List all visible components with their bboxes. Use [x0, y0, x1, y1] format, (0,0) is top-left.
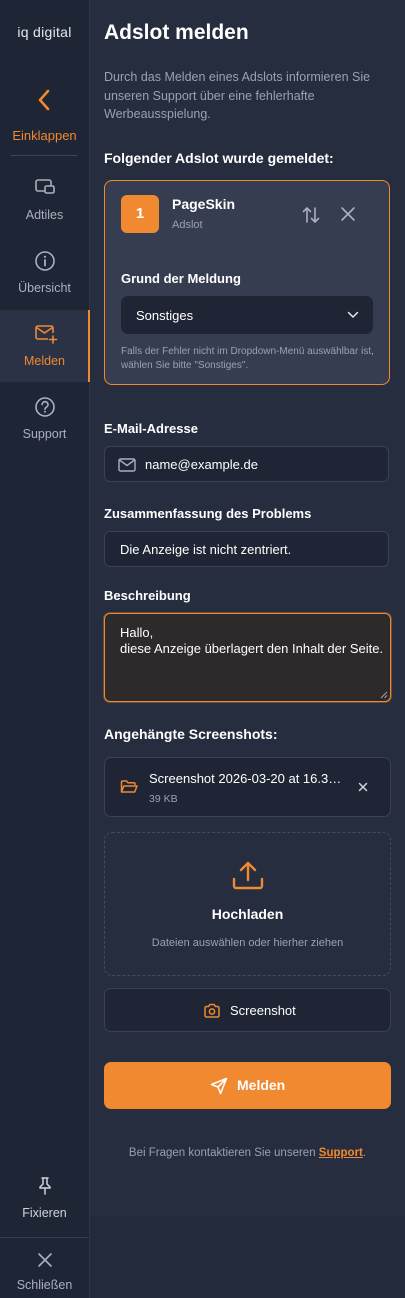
- email-value: name@example.de: [145, 457, 258, 472]
- sidebar: iq digital Einklappen Adtiles Übersicht …: [0, 0, 90, 1298]
- info-icon: [35, 251, 55, 271]
- email-label: E-Mail-Adresse: [104, 421, 198, 436]
- pin-label: Fixieren: [22, 1206, 67, 1220]
- description-value: Hallo, diese Anzeige überlagert den Inha…: [120, 625, 384, 656]
- logo: iq digital: [17, 24, 72, 40]
- swap-vertical-icon[interactable]: [301, 205, 321, 225]
- upload-subtitle: Dateien auswählen oder hierher ziehen: [151, 937, 344, 949]
- description-label: Beschreibung: [104, 588, 191, 603]
- footer-text: Bei Fragen kontaktieren Sie unseren: [128, 1147, 319, 1159]
- reason-select-value: Sonstiges: [136, 308, 194, 323]
- sidebar-divider: [0, 1237, 89, 1238]
- submit-button-label: Melden: [237, 1077, 286, 1093]
- attachments-heading: Angehängte Screenshots:: [104, 726, 278, 742]
- sidebar-item-adtiles[interactable]: Adtiles: [0, 164, 89, 236]
- chevron-left-icon: [38, 89, 50, 111]
- upload-title: Hochladen: [211, 906, 284, 922]
- adslot-name: PageSkin: [172, 196, 236, 212]
- remove-attachment-icon[interactable]: [358, 782, 368, 792]
- adslot-card: 1 PageSkin Adslot Grund der Meldung Sons…: [104, 180, 390, 385]
- attachment-size: 39 KB: [149, 793, 178, 805]
- support-link[interactable]: Support: [319, 1147, 363, 1159]
- page-title: Adslot melden: [104, 21, 249, 44]
- resize-handle-icon[interactable]: [380, 691, 388, 699]
- sidebar-item-uebersicht[interactable]: Übersicht: [0, 237, 89, 309]
- email-field[interactable]: name@example.de: [104, 446, 389, 482]
- collapse-button[interactable]: Einklappen: [0, 84, 89, 154]
- pin-button[interactable]: Fixieren: [0, 1172, 89, 1232]
- folder-open-icon: [120, 780, 138, 793]
- adslot-type: Adslot: [172, 219, 203, 231]
- summary-field[interactable]: Die Anzeige ist nicht zentriert.: [104, 531, 389, 567]
- footer-end: .: [362, 1147, 367, 1159]
- send-icon: [210, 1077, 228, 1095]
- summary-label: Zusammenfassung des Problems: [104, 506, 312, 521]
- attachment-item: Screenshot 2026-03-20 at 16.3… 39 KB: [104, 757, 391, 817]
- close-icon: [38, 1253, 52, 1267]
- screenshot-button[interactable]: Screenshot: [104, 988, 391, 1032]
- support-footer: Bei Fragen kontaktieren Sie unseren Supp…: [104, 1147, 391, 1159]
- collapse-label: Einklappen: [12, 128, 77, 143]
- pin-icon: [39, 1177, 51, 1195]
- upload-icon: [232, 861, 264, 890]
- mail-icon: [118, 458, 136, 472]
- close-label: Schließen: [16, 1278, 73, 1292]
- panel-footer-area: [90, 1216, 405, 1298]
- sidebar-divider: [11, 155, 77, 156]
- reported-heading: Folgender Adslot wurde gemeldet:: [104, 150, 334, 166]
- screenshot-button-label: Screenshot: [230, 1003, 296, 1018]
- adtiles-icon: [35, 179, 55, 194]
- close-button[interactable]: Schließen: [0, 1247, 89, 1297]
- help-icon: [35, 397, 55, 417]
- summary-value: Die Anzeige ist nicht zentriert.: [120, 542, 292, 557]
- reason-select[interactable]: Sonstiges: [121, 296, 373, 334]
- remove-adslot-icon[interactable]: [339, 205, 357, 223]
- intro-text: Durch das Melden eines Adslots informier…: [104, 70, 371, 121]
- reason-label: Grund der Meldung: [121, 271, 241, 286]
- sidebar-item-label: Übersicht: [18, 281, 71, 295]
- sidebar-item-label: Adtiles: [25, 208, 64, 222]
- description-textarea[interactable]: Hallo, diese Anzeige überlagert den Inha…: [104, 613, 391, 702]
- submit-report-button[interactable]: Melden: [104, 1062, 391, 1109]
- adslot-number-badge: 1: [121, 195, 159, 233]
- sidebar-item-label: Support: [22, 427, 67, 441]
- sidebar-item-label: Melden: [24, 354, 65, 368]
- reason-hint: Falls der Fehler nicht im Dropdown-Menü …: [121, 346, 374, 371]
- sidebar-item-melden[interactable]: Melden: [0, 310, 90, 382]
- attachment-name: Screenshot 2026-03-20 at 16.3…: [149, 771, 342, 786]
- camera-icon: [204, 1003, 220, 1018]
- chevron-down-icon: [347, 311, 359, 318]
- upload-dropzone[interactable]: Hochladen Dateien auswählen oder hierher…: [104, 832, 391, 976]
- mail-plus-icon: [35, 325, 58, 344]
- sidebar-item-support[interactable]: Support: [0, 383, 89, 455]
